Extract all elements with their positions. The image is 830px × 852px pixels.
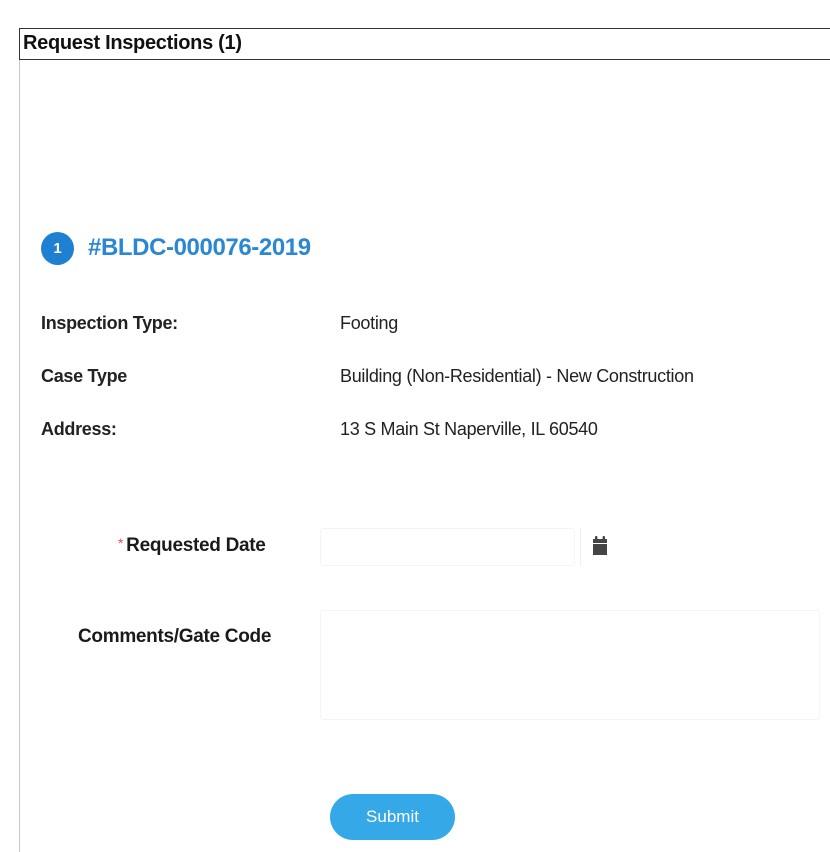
case-type-label: Case Type xyxy=(41,366,128,386)
dialog-title-bar: Request Inspections (1) xyxy=(19,28,830,60)
case-header: 1 #BLDC-000076-2019 xyxy=(41,230,311,266)
step-number-badge: 1 xyxy=(41,231,74,265)
inspection-type-value: Footing xyxy=(340,313,398,333)
case-id-link[interactable]: #BLDC-000076-2019 xyxy=(88,234,311,262)
calendar-button[interactable] xyxy=(580,528,618,566)
request-inspections-page: Request Inspections (1) 1 #BLDC-000076-2… xyxy=(0,0,830,852)
detail-row-inspection-type: Inspection Type: Footing xyxy=(41,313,821,337)
submit-button[interactable]: Submit xyxy=(330,794,455,840)
address-value: 13 S Main St Naperville, IL 60540 xyxy=(340,419,598,439)
requested-date-label-text: Requested Date xyxy=(126,535,266,556)
calendar-icon xyxy=(590,535,610,560)
required-indicator: * xyxy=(118,535,124,551)
detail-row-address: Address: 13 S Main St Naperville, IL 605… xyxy=(41,419,821,443)
inspection-type-label: Inspection Type: xyxy=(41,313,178,333)
address-label: Address: xyxy=(41,419,117,439)
requested-date-input[interactable] xyxy=(320,528,575,566)
comments-label: Comments/Gate Code xyxy=(78,626,272,647)
requested-date-label: * Requested Date xyxy=(118,535,266,557)
dialog-title: Request Inspections (1) xyxy=(23,32,242,54)
case-type-value: Building (Non-Residential) - New Constru… xyxy=(340,366,694,386)
dialog-left-border xyxy=(19,60,20,852)
comments-gate-code-input[interactable] xyxy=(320,610,820,720)
detail-row-case-type: Case Type Building (Non-Residential) - N… xyxy=(41,366,821,390)
